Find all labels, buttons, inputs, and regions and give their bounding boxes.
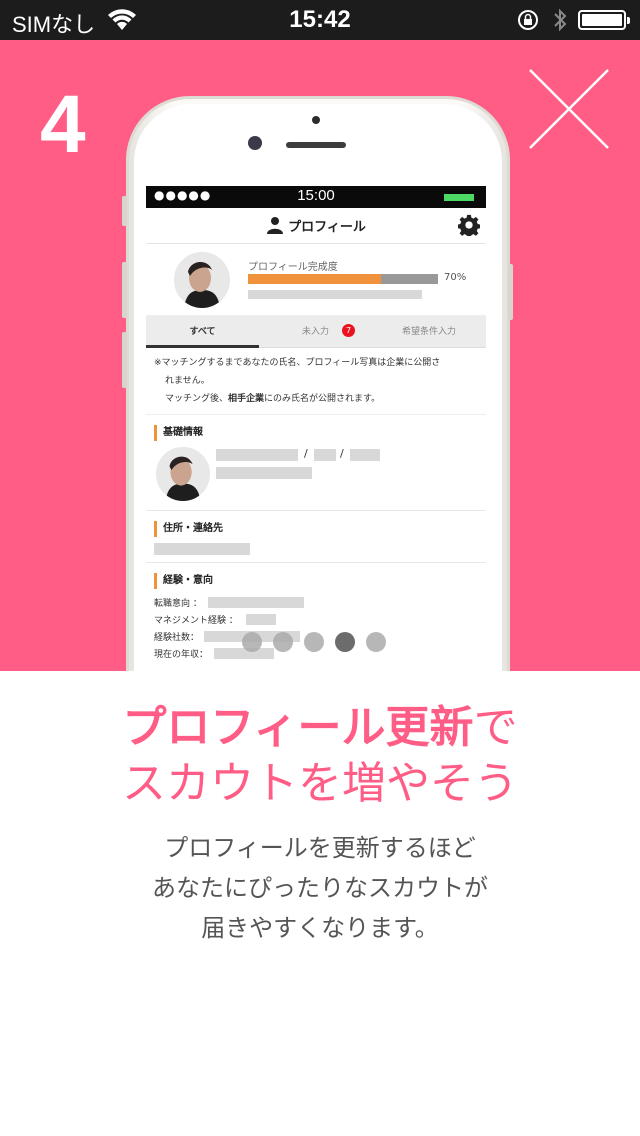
screen-tabs: すべて 未入力 7 希望条件入力 xyxy=(146,316,486,348)
placeholder-bar xyxy=(248,290,422,299)
completion-bar xyxy=(248,274,438,284)
notice-line-3-bold: 相手企業 xyxy=(228,394,265,404)
orientation-lock-icon xyxy=(518,10,538,30)
unfilled-count-badge: 7 xyxy=(342,324,355,337)
person-icon xyxy=(267,217,284,234)
phone-power-button xyxy=(508,264,513,320)
description-line-1: プロフィールを更新するほど xyxy=(164,834,476,862)
notice-line-3-prefix: マッチング後、 xyxy=(165,394,229,404)
bluetooth-icon xyxy=(554,8,567,32)
placeholder-bar xyxy=(350,449,380,461)
notice-line-3-suffix: にのみ氏名が公開されます。 xyxy=(264,394,381,404)
screen-title: プロフィール xyxy=(146,216,486,235)
tab-desired-conditions[interactable]: 希望条件入力 xyxy=(372,316,486,348)
phone-volume-down xyxy=(122,332,127,388)
placeholder-bar xyxy=(246,614,276,625)
completion-bar-fill xyxy=(248,274,381,284)
section-experience[interactable]: 経験・意向 転職意向 ： マネジメント経験 ： 経験社数： 現在の年収： xyxy=(146,563,486,671)
close-icon[interactable] xyxy=(526,66,612,152)
date-separator: / xyxy=(340,447,344,460)
phone-screen: ●●●●● 15:00 プロフィール プロフィール完成度 70% すべて 未入力… xyxy=(146,186,486,671)
placeholder-bar xyxy=(216,449,298,461)
phone-volume-up xyxy=(122,262,127,318)
description-line-2: あなたにぴったりなスカウトが xyxy=(152,874,488,902)
avatar xyxy=(174,252,230,308)
battery-icon xyxy=(578,10,630,30)
avatar-small xyxy=(156,447,210,501)
placeholder-bar xyxy=(154,543,250,555)
headline-bold: プロフィール更新 xyxy=(122,702,474,753)
page-dot[interactable] xyxy=(366,632,386,652)
page-dot[interactable] xyxy=(273,632,293,652)
page-dot[interactable] xyxy=(304,632,324,652)
avatar-photo-small xyxy=(156,447,210,501)
phone-mute-switch xyxy=(122,196,127,226)
screen-status-bar: ●●●●● 15:00 xyxy=(146,186,486,208)
gear-icon[interactable] xyxy=(458,214,480,236)
avatar-photo xyxy=(174,252,230,308)
step-number: 4 xyxy=(40,79,86,170)
section-title-experience: 経験・意向 xyxy=(154,573,213,589)
completion-label: プロフィール完成度 xyxy=(248,262,338,273)
field-label: マネジメント経験 ： xyxy=(154,616,238,626)
placeholder-bar xyxy=(208,597,304,608)
page-dot[interactable] xyxy=(335,632,355,652)
phone-speaker xyxy=(286,142,346,148)
tab-all[interactable]: すべて xyxy=(146,316,259,348)
notice-line-3: マッチング後、相手企業にのみ氏名が公開されます。 xyxy=(154,390,478,408)
page-dot[interactable] xyxy=(242,632,262,652)
headline-line-2: スカウトを増やそう xyxy=(122,758,518,809)
headline-line-1: プロフィール更新で xyxy=(0,700,640,756)
screen-title-text: プロフィール xyxy=(288,220,366,235)
date-separator: / xyxy=(304,447,308,460)
phone-sensor xyxy=(312,116,320,124)
clock: 15:42 xyxy=(289,6,351,33)
description: プロフィールを更新するほど あなたにぴったりなスカウトが 届きやすくなります。 xyxy=(0,828,640,948)
section-title-basic: 基礎情報 xyxy=(154,425,203,441)
profile-summary: プロフィール完成度 70% xyxy=(146,244,486,316)
notice-line-2: れません。 xyxy=(165,376,210,386)
screen-header: プロフィール xyxy=(146,208,486,244)
battery-level xyxy=(582,14,622,26)
notice-line-1: ※マッチングするまであなたの氏名、プロフィール写真は企業に公開さ xyxy=(154,358,441,368)
placeholder-bar xyxy=(314,449,336,461)
phone-camera xyxy=(248,136,262,150)
screen-battery-icon xyxy=(444,194,474,201)
field-label: 転職意向 ： xyxy=(154,599,202,609)
page-indicator xyxy=(0,632,640,652)
section-address[interactable]: 住所・連絡先 xyxy=(146,511,486,563)
completion-percent: 70% xyxy=(444,272,467,283)
tab-unfilled[interactable]: 未入力 xyxy=(259,316,372,348)
placeholder-bar xyxy=(216,467,312,479)
description-line-3: 届きやすくなります。 xyxy=(201,914,439,942)
section-basic-info[interactable]: 基礎情報 / / xyxy=(146,415,486,511)
headline-particle: で xyxy=(473,702,518,753)
section-title-address: 住所・連絡先 xyxy=(154,521,223,537)
status-bar: SIMなし 15:42 xyxy=(0,0,640,40)
headline: プロフィール更新で スカウトを増やそう xyxy=(0,700,640,812)
screen-clock: 15:00 xyxy=(297,187,335,204)
privacy-notice: ※マッチングするまであなたの氏名、プロフィール写真は企業に公開さ れません。 マ… xyxy=(146,348,486,415)
